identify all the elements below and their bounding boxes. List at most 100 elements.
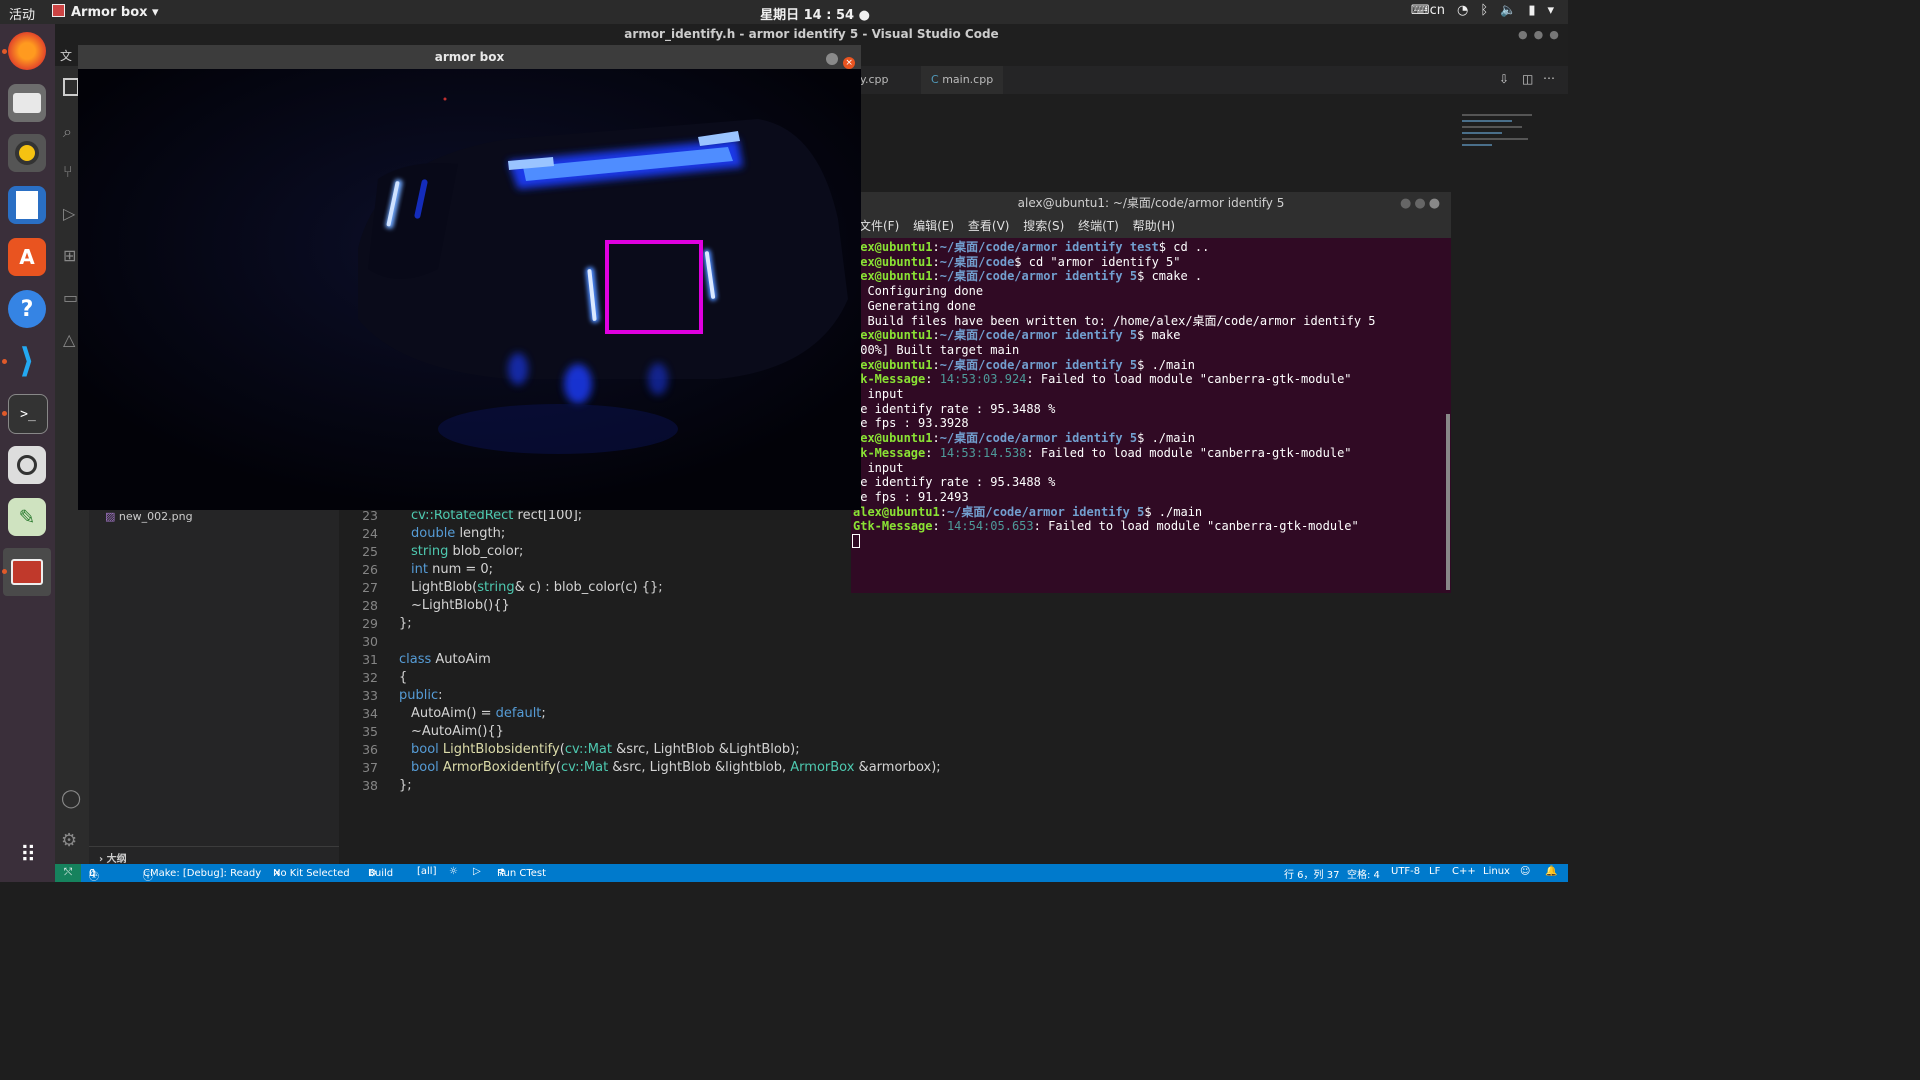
cpp-file-icon: C: [931, 73, 939, 86]
armor-camera-view: [78, 69, 861, 510]
code-line[interactable]: bool ArmorBoxidentify(cv::Mat &src, Ligh…: [411, 760, 941, 775]
code-line[interactable]: double length;: [411, 526, 505, 541]
menu-help[interactable]: 帮助(H): [1133, 219, 1175, 233]
language-mode[interactable]: C++: [1452, 866, 1476, 877]
explorer-icon[interactable]: [63, 78, 79, 96]
close-icon[interactable]: ×: [843, 57, 856, 69]
code-line[interactable]: public:: [399, 688, 443, 703]
chevron-down-icon[interactable]: ▾: [1547, 3, 1554, 18]
code-line[interactable]: AutoAim() = default;: [411, 706, 546, 721]
platform[interactable]: Linux: [1483, 866, 1510, 877]
cursor-position[interactable]: 行 6，列 37: [1284, 866, 1339, 881]
running-indicator: [2, 49, 7, 54]
terminal-menu-bar: 文件(F) 编辑(E) 查看(V) 搜索(S) 终端(T) 帮助(H): [851, 214, 1451, 238]
writer-icon[interactable]: [8, 186, 46, 224]
keyboard-icon[interactable]: ⌨cn: [1411, 3, 1445, 18]
cmake-icon[interactable]: △: [63, 330, 75, 349]
vscode-icon[interactable]: ⟩: [8, 341, 46, 381]
terminal-line: lex@ubuntu1:~/桌面/code/armor identify 5$ …: [853, 328, 1180, 343]
clock[interactable]: 星期日 14 : 54 ●: [0, 4, 1630, 23]
running-indicator: [2, 359, 7, 364]
code-line[interactable]: LightBlob(string& c) : blob_color(c) {};: [411, 580, 663, 595]
debug-icon[interactable]: ▷: [63, 204, 75, 223]
code-line[interactable]: {: [399, 670, 407, 685]
outline-section[interactable]: › 大纲: [99, 850, 127, 865]
code-line[interactable]: };: [399, 616, 412, 631]
split-editor-icon[interactable]: ◫: [1522, 72, 1533, 86]
gtk-separator: :: [925, 372, 940, 387]
volume-icon[interactable]: 🔈: [1500, 3, 1516, 18]
eol[interactable]: LF: [1429, 866, 1440, 877]
bell-icon[interactable]: 🔔: [1545, 866, 1557, 877]
firefox-icon[interactable]: [8, 32, 46, 70]
app-grid-icon[interactable]: ⠿: [8, 836, 46, 874]
more-actions-icon[interactable]: ⋯: [1543, 71, 1555, 85]
image-viewer-icon[interactable]: ✎: [8, 498, 46, 536]
gtk-tag: tk-Message: [853, 445, 926, 460]
armor-box-icon[interactable]: [3, 548, 51, 596]
prompt-separator: :: [932, 357, 940, 372]
menu-view[interactable]: 查看(V): [968, 219, 1010, 233]
bottom-glow: [564, 364, 592, 404]
kit-text: No Kit Selected: [273, 868, 350, 879]
menu-terminal[interactable]: 终端(T): [1078, 219, 1119, 233]
encoding[interactable]: UTF-8: [1391, 866, 1420, 877]
tab-label: main.cpp: [942, 73, 994, 86]
minimap[interactable]: [1462, 110, 1558, 180]
gtk-time: 14:53:14.538: [939, 445, 1027, 460]
menu-search[interactable]: 搜索(S): [1023, 219, 1064, 233]
system-tray[interactable]: ⌨cn ◔ ᛒ 🔈 ▮ ▾: [1411, 3, 1554, 18]
terminal-window-controls[interactable]: ●●●: [1400, 196, 1443, 211]
run-icon[interactable]: ▷: [473, 866, 481, 877]
line-number: 24: [362, 526, 378, 541]
code-line[interactable]: ~AutoAim(){}: [411, 724, 504, 739]
code-line[interactable]: ~LightBlob(){}: [411, 598, 510, 613]
terminal-scrollbar[interactable]: [1446, 414, 1450, 590]
vscode-window-controls[interactable]: ●●●: [1518, 28, 1565, 41]
terminal-line: lex@ubuntu1:~/桌面/code/armor identify 5$ …: [853, 358, 1195, 373]
code-line[interactable]: cv::RotatedRect rect[100];: [411, 508, 582, 523]
dock: A ? ⟩ >_ ✎ ⠿: [0, 24, 55, 882]
prompt-user: lex@ubuntu1: [853, 269, 933, 284]
remote-explorer-icon[interactable]: ▭: [63, 288, 78, 307]
explorer-file-item[interactable]: ▨ new_002.png: [105, 510, 193, 523]
camera-icon[interactable]: [8, 446, 46, 484]
help-icon[interactable]: ?: [8, 290, 46, 328]
search-icon[interactable]: ⌕: [63, 122, 72, 142]
bluetooth-icon[interactable]: ᛒ: [1480, 3, 1488, 18]
rhythmbox-icon[interactable]: [8, 134, 46, 172]
software-icon[interactable]: A: [8, 238, 46, 276]
code-line[interactable]: bool LightBlobsidentify(cv::Mat &src, Li…: [411, 742, 800, 757]
terminal-icon[interactable]: >_: [8, 394, 48, 434]
account-icon[interactable]: ◯: [61, 788, 81, 809]
battery-icon[interactable]: ▮: [1528, 3, 1535, 18]
code-line[interactable]: int num = 0;: [411, 562, 493, 577]
remote-icon[interactable]: ⤲: [55, 864, 81, 882]
window-title: armor_identify.h - armor identify 5 - Vi…: [624, 27, 999, 41]
menu-edit[interactable]: 编辑(E): [913, 219, 954, 233]
code-line[interactable]: string blob_color;: [411, 544, 523, 559]
compare-icon[interactable]: ⇩: [1499, 72, 1509, 86]
tab-main-cpp[interactable]: C main.cpp: [921, 66, 1004, 94]
minimize-icon[interactable]: [826, 53, 838, 65]
menu-file[interactable]: 文件(F): [859, 219, 899, 233]
feedback-icon[interactable]: ☺: [1520, 866, 1530, 877]
armor-window-controls[interactable]: ×: [826, 50, 856, 69]
warning-count: 0: [89, 868, 96, 879]
prompt-separator: :: [932, 328, 940, 343]
source-control-icon[interactable]: ⑂: [63, 162, 73, 181]
files-icon[interactable]: [8, 84, 46, 122]
indentation[interactable]: 空格: 4: [1347, 866, 1380, 881]
terminal-line: he identify rate : 95.3488 %: [853, 401, 1056, 416]
debug-icon[interactable]: ☼: [449, 866, 458, 877]
code-line[interactable]: class AutoAim: [399, 652, 491, 667]
build-target[interactable]: [all]: [417, 866, 437, 877]
gtk-message: : Failed to load module "canberra-gtk-mo…: [1026, 372, 1352, 387]
extensions-icon[interactable]: ⊞: [63, 246, 76, 265]
code-line[interactable]: };: [399, 778, 412, 793]
menu-file[interactable]: 文: [60, 47, 72, 64]
wifi-icon[interactable]: ◔: [1457, 3, 1468, 18]
gear-icon[interactable]: ⚙: [61, 830, 77, 851]
terminal-line: alex@ubuntu1:~/桌面/code/armor identify 5$…: [853, 505, 1202, 520]
line-number: 31: [362, 652, 378, 667]
